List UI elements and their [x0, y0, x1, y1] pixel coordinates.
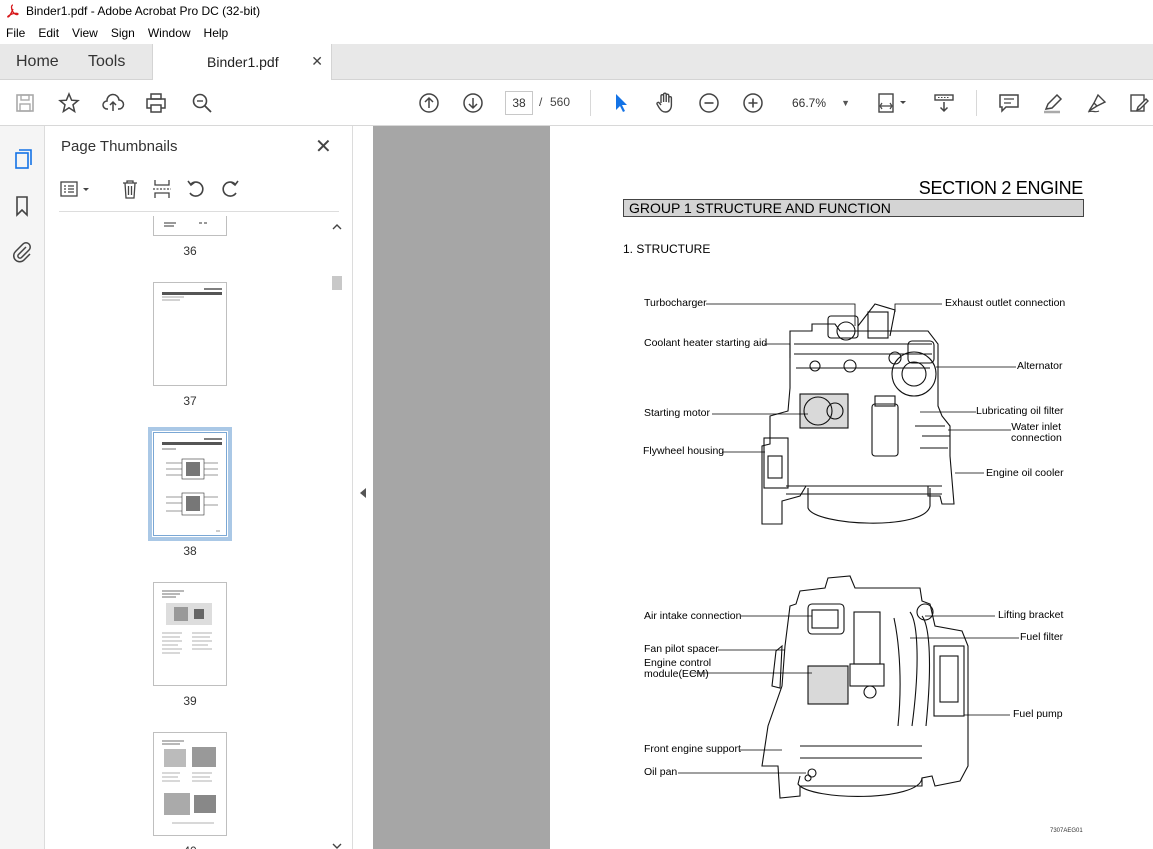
tab-tools[interactable]: Tools [88, 44, 125, 80]
toolbar-divider [976, 90, 977, 116]
callout-fan-spacer: Fan pilot spacer [644, 643, 719, 655]
callout-coolant-heater: Coolant heater starting aid [644, 337, 768, 349]
main-toolbar: 38 / 560 66.7% ▼ [0, 80, 1153, 126]
tab-document[interactable]: Binder1.pdf ✕ [152, 44, 332, 80]
thumbnail-label: 38 [183, 544, 197, 558]
attachments-paperclip-icon[interactable] [10, 240, 34, 264]
figure-code: 7307AEG01 [1050, 828, 1083, 834]
menu-file[interactable]: File [6, 26, 25, 40]
rotate-right-icon[interactable] [219, 178, 241, 200]
section-title: SECTION 2 ENGINE [918, 178, 1084, 198]
sign-pen-icon[interactable] [1085, 91, 1109, 115]
tab-bar: Home Tools Binder1.pdf ✕ [0, 44, 1153, 80]
thumbnail-page-40[interactable] [153, 732, 227, 836]
callout-lube-filter: Lubricating oil filter [976, 405, 1064, 417]
menu-edit[interactable]: Edit [38, 26, 59, 40]
menu-window[interactable]: Window [148, 26, 191, 40]
callout-flywheel-housing: Flywheel housing [643, 445, 725, 457]
thumbnail-label: 36 [183, 244, 197, 258]
thumbnail-list: 36 37 38 39 [45, 216, 330, 849]
panel-divider [59, 211, 339, 212]
save-icon[interactable] [13, 91, 37, 115]
fit-page-icon[interactable] [876, 91, 912, 115]
total-pages: 560 [550, 95, 571, 109]
document-tab-label: Binder1.pdf [207, 54, 279, 70]
highlight-pen-icon[interactable] [1041, 91, 1065, 115]
callout-fuel-pump: Fuel pump [1013, 708, 1063, 720]
thumbnail-page-39[interactable] [153, 582, 227, 686]
print-icon[interactable] [144, 91, 168, 115]
chevron-down-icon: ▼ [841, 98, 850, 108]
zoom-out-icon[interactable] [697, 91, 721, 115]
comment-icon[interactable] [997, 91, 1021, 115]
callout-fuel-filter: Fuel filter [1020, 631, 1064, 643]
thumbnail-page-38[interactable] [148, 427, 232, 541]
hand-tool-icon[interactable] [653, 91, 677, 115]
bookmarks-icon[interactable] [10, 194, 34, 218]
acrobat-logo-icon [7, 4, 19, 18]
title-bar: Binder1.pdf - Adobe Acrobat Pro DC (32-b… [0, 0, 1153, 22]
scroll-down-icon[interactable] [330, 841, 344, 849]
upload-cloud-icon[interactable] [101, 91, 125, 115]
scroll-up-icon[interactable] [330, 222, 344, 232]
left-navigation-rail [0, 126, 45, 849]
page-thumbnails-icon[interactable] [10, 148, 34, 172]
callout-water-inlet-line2: connection [1011, 432, 1062, 444]
callout-starting-motor: Starting motor [644, 407, 710, 419]
scroll-mode-icon[interactable] [932, 91, 956, 115]
panel-title: Page Thumbnails [61, 138, 178, 155]
thumbnail-page-36[interactable] [153, 216, 227, 236]
previous-page-icon[interactable] [417, 91, 441, 115]
menu-bar: File Edit View Sign Window Help [0, 22, 1153, 44]
callout-turbocharger: Turbocharger [644, 297, 707, 309]
thumbnail-page-37[interactable] [153, 282, 227, 386]
callout-oil-cooler: Engine oil cooler [986, 467, 1064, 479]
search-zoom-icon[interactable] [190, 91, 214, 115]
menu-help[interactable]: Help [204, 26, 229, 40]
select-pointer-icon[interactable] [609, 91, 633, 115]
thumbnail-label: 40 [153, 844, 227, 849]
menu-sign[interactable]: Sign [111, 26, 135, 40]
edit-pdf-icon[interactable] [1127, 91, 1151, 115]
menu-view[interactable]: View [72, 26, 98, 40]
pdf-page: SECTION 2 ENGINE GROUP 1 STRUCTURE AND F… [550, 126, 1153, 849]
rotate-left-icon[interactable] [185, 178, 207, 200]
callout-water-inlet: Water inlet connection [1011, 422, 1062, 444]
zoom-level-value: 66.7% [792, 96, 827, 110]
callout-alternator: Alternator [1017, 360, 1063, 372]
options-menu-icon[interactable] [59, 178, 93, 200]
current-page-input[interactable]: 38 [505, 91, 533, 115]
window-title: Binder1.pdf - Adobe Acrobat Pro DC (32-b… [26, 4, 261, 18]
thumbnail-label: 39 [183, 694, 197, 708]
group-title-bar: GROUP 1 STRUCTURE AND FUNCTION [623, 199, 1084, 217]
callout-ecm: Engine control module(ECM) [644, 658, 711, 680]
close-tab-icon[interactable]: ✕ [311, 44, 323, 78]
callout-ecm-line2: module(ECM) [644, 668, 709, 680]
collapse-panel-icon[interactable] [360, 488, 366, 498]
engine-diagram [678, 303, 1019, 799]
toolbar-divider [590, 90, 591, 116]
callout-exhaust-outlet: Exhaust outlet connection [945, 297, 1066, 309]
zoom-level-select[interactable]: 66.7% ▼ [784, 91, 856, 115]
callout-lifting-bracket: Lifting bracket [998, 609, 1064, 621]
thumbnail-label: 37 [183, 394, 197, 408]
scrollbar-thumb[interactable] [332, 276, 342, 290]
structure-heading: 1. STRUCTURE [623, 242, 711, 256]
callout-oil-pan: Oil pan [644, 766, 678, 778]
page-thumbnails-panel: Page Thumbnails ✕ 36 37 38 39 [45, 126, 353, 849]
tab-home[interactable]: Home [16, 44, 59, 80]
page-separator: / [539, 95, 543, 109]
thumbnail-scrollbar[interactable] [330, 222, 344, 849]
callout-front-support: Front engine support [644, 743, 741, 755]
delete-page-icon[interactable] [119, 178, 141, 200]
document-view: SECTION 2 ENGINE GROUP 1 STRUCTURE AND F… [373, 126, 1153, 849]
next-page-icon[interactable] [461, 91, 485, 115]
insert-pages-icon[interactable] [151, 178, 173, 200]
bookmark-star-icon[interactable] [57, 91, 81, 115]
thumbnail-tools [59, 176, 339, 204]
zoom-in-icon[interactable] [741, 91, 765, 115]
panel-splitter[interactable] [353, 126, 373, 849]
close-panel-icon[interactable]: ✕ [315, 134, 332, 159]
callout-air-intake: Air intake connection [644, 610, 742, 622]
